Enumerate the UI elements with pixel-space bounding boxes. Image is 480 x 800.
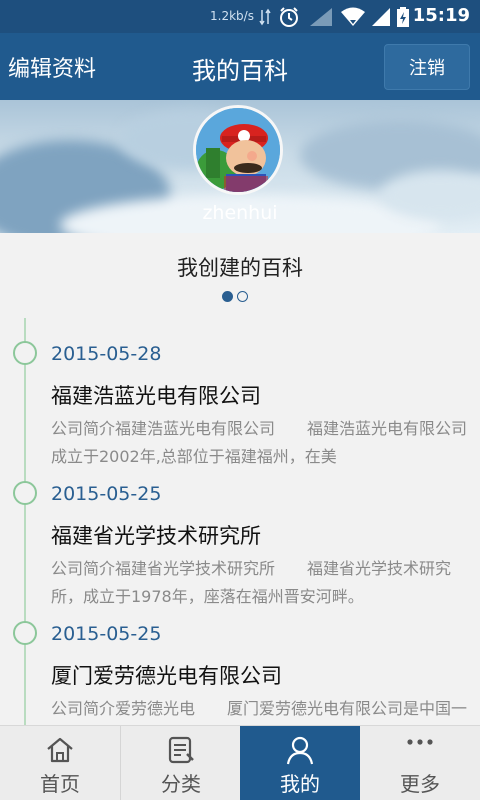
timeline-node: [13, 621, 37, 645]
bottom-nav: 首页 分类 我的 更多: [0, 725, 480, 800]
nav-label: 首页: [40, 772, 80, 796]
page-dot-1[interactable]: [222, 291, 233, 302]
more-dots-icon: [360, 734, 480, 766]
timeline-node: [13, 341, 37, 365]
category-list-icon: [121, 734, 241, 766]
list-item[interactable]: 2015-05-25 福建省光学技术研究所 公司简介福建省光学技术研究所 福建省…: [0, 468, 480, 608]
entry-title[interactable]: 福建浩蓝光电有限公司: [51, 380, 261, 410]
cell-signal-full-icon: [370, 6, 392, 28]
nav-home[interactable]: 首页: [0, 726, 120, 800]
page-indicator[interactable]: [222, 291, 248, 302]
wifi-icon: [340, 6, 366, 28]
nav-more[interactable]: 更多: [360, 726, 480, 800]
app-header: 编辑资料 我的百科 注销: [0, 33, 480, 100]
list-item[interactable]: 2015-05-25 厦门爱劳德光电有限公司 公司简介爱劳德光电 厦门爱劳德光电…: [0, 608, 480, 725]
avatar[interactable]: [193, 105, 283, 195]
status-bar: 1.2kb/s 15:19: [0, 0, 480, 33]
nav-label: 分类: [161, 772, 201, 796]
section-title: 我创建的百科: [177, 256, 303, 280]
nav-label: 更多: [400, 772, 440, 796]
nav-category[interactable]: 分类: [121, 726, 240, 800]
user-icon: [240, 734, 360, 766]
data-transfer-icon: [259, 6, 271, 28]
entry-date: 2015-05-25: [51, 483, 162, 505]
entry-summary: 公司简介福建浩蓝光电有限公司 福建浩蓝光电有限公司成立于2002年,总部位于福建…: [51, 419, 468, 466]
home-icon: [0, 734, 120, 766]
logout-button[interactable]: 注销: [384, 44, 470, 90]
cell-signal-icon: [308, 6, 334, 28]
entry-title[interactable]: 厦门爱劳德光电有限公司: [51, 660, 282, 690]
page-dot-2[interactable]: [237, 291, 248, 302]
entry-date: 2015-05-28: [51, 343, 162, 365]
entry-title[interactable]: 福建省光学技术研究所: [51, 520, 261, 550]
alarm-icon: [278, 6, 300, 28]
username: zhenhui: [202, 202, 278, 224]
nav-mine[interactable]: 我的: [240, 726, 360, 800]
battery-charging-icon: [396, 6, 410, 28]
entry-timeline[interactable]: 2015-05-28 福建浩蓝光电有限公司 公司简介福建浩蓝光电有限公司 福建浩…: [0, 318, 480, 725]
entry-summary: 公司简介福建省光学技术研究所 福建省光学技术研究所，成立于1978年，座落在福州…: [51, 559, 452, 606]
entry-date: 2015-05-25: [51, 623, 162, 645]
avatar-image: [196, 108, 280, 192]
entry-summary: 公司简介爱劳德光电 厦门爱劳德光电有限公司是中国一家专业从事光学镜头和光学部件生…: [51, 699, 468, 718]
timeline-node: [13, 481, 37, 505]
nav-label: 我的: [280, 772, 320, 796]
list-item[interactable]: 2015-05-28 福建浩蓝光电有限公司 公司简介福建浩蓝光电有限公司 福建浩…: [0, 328, 480, 468]
clock: 15:19: [412, 5, 470, 26]
network-speed: 1.2kb/s: [210, 9, 254, 23]
